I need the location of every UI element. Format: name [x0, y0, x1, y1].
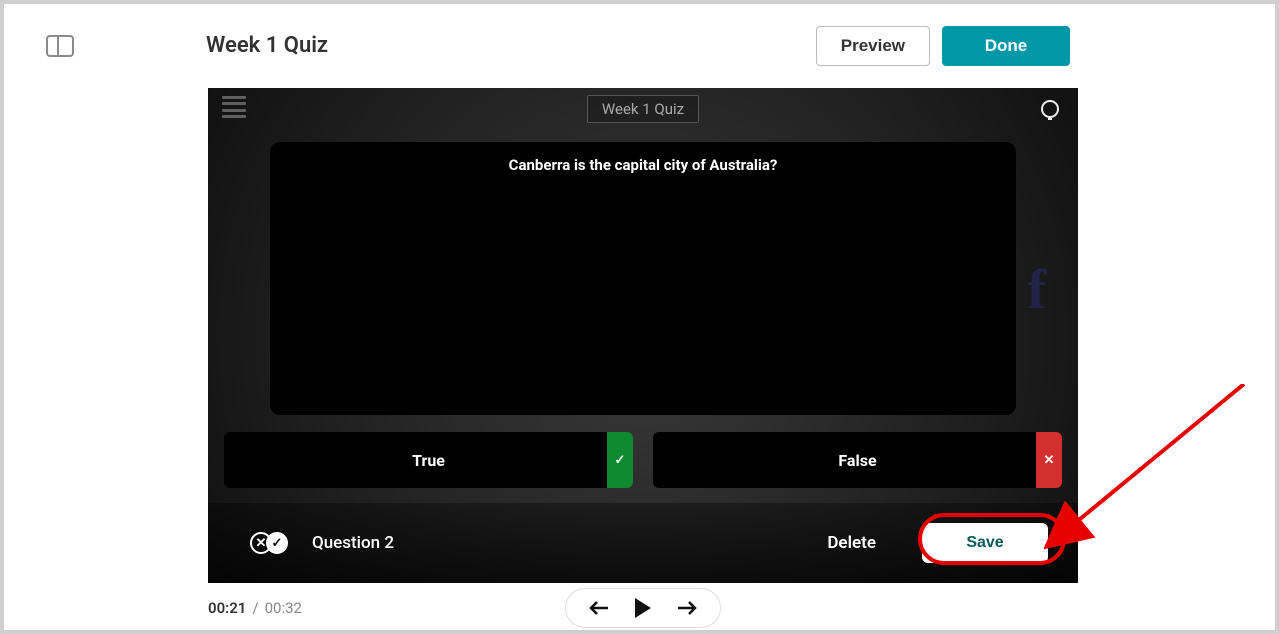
question-number: Question 2 — [312, 533, 394, 553]
incorrect-marker-icon[interactable]: ✕ — [1036, 432, 1062, 488]
next-button[interactable] — [676, 597, 698, 619]
top-buttons: Preview Done — [816, 26, 1070, 66]
playback-controls — [565, 588, 721, 628]
stage-title-badge: Week 1 Quiz — [587, 95, 699, 123]
question-type-icon[interactable]: ✕✓ — [250, 532, 288, 554]
page-title: Week 1 Quiz — [206, 33, 328, 58]
question-text-box[interactable]: Canberra is the capital city of Australi… — [270, 142, 1016, 415]
answer-false-label: False — [838, 451, 876, 470]
done-button[interactable]: Done — [942, 26, 1070, 66]
current-time: 00:21 — [208, 599, 246, 617]
hamburger-icon[interactable] — [222, 96, 246, 118]
save-button[interactable]: Save — [922, 523, 1048, 563]
hint-bulb-icon[interactable] — [1038, 98, 1062, 122]
answer-true-label: True — [412, 451, 445, 470]
video-stage: f Week 1 Quiz Canberra is the capital ci… — [208, 88, 1078, 583]
app-frame: Week 1 Quiz Preview Done f Week 1 Quiz C… — [4, 4, 1275, 630]
answer-true[interactable]: True ✓ — [224, 432, 633, 488]
correct-marker-icon[interactable]: ✓ — [607, 432, 633, 488]
answer-false[interactable]: False ✕ — [653, 432, 1062, 488]
play-button[interactable] — [632, 597, 654, 619]
background-letter: f — [1027, 258, 1046, 322]
prev-button[interactable] — [588, 597, 610, 619]
preview-button[interactable]: Preview — [816, 26, 930, 66]
delete-button[interactable]: Delete — [827, 533, 876, 553]
time-separator: / — [252, 599, 258, 617]
question-text: Canberra is the capital city of Australi… — [509, 156, 778, 174]
layout-toggle-icon[interactable] — [46, 35, 74, 57]
answer-row: True ✓ False ✕ — [224, 432, 1062, 488]
duration-time: 00:32 — [265, 599, 302, 617]
stage-header: Week 1 Quiz — [208, 88, 1078, 130]
top-toolbar: Week 1 Quiz Preview Done — [4, 4, 1275, 87]
playback-footer: 00:21 / 00:32 — [208, 586, 1078, 630]
question-footer-bar: ✕✓ Question 2 Delete Save — [208, 503, 1078, 583]
